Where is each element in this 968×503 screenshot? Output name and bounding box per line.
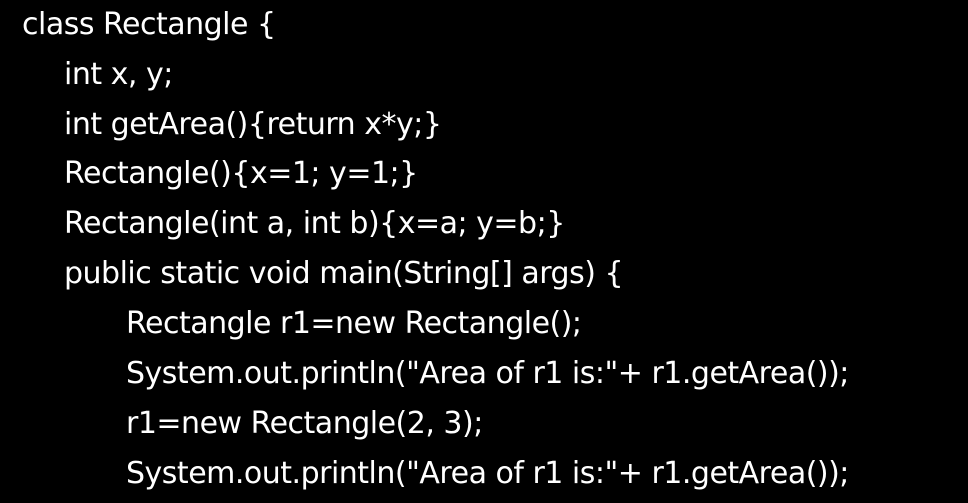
code-line-print-area-1: System.out.println("Area of r1 is:"+ r1.… bbox=[126, 356, 849, 391]
code-line-create-r1: Rectangle r1=new Rectangle(); bbox=[126, 306, 582, 341]
code-line-main-method: public static void main(String[] args) { bbox=[64, 256, 624, 291]
code-line-print-area-2: System.out.println("Area of r1 is:"+ r1.… bbox=[126, 456, 849, 491]
code-line-reassign-r1: r1=new Rectangle(2, 3); bbox=[126, 406, 483, 441]
code-line-get-area-method: int getArea(){return x*y;} bbox=[64, 107, 442, 142]
code-line-class-declaration: class Rectangle { bbox=[22, 7, 276, 42]
code-display: class Rectangle { int x, y; int getArea(… bbox=[0, 0, 968, 503]
code-line-default-constructor: Rectangle(){x=1; y=1;} bbox=[64, 156, 418, 191]
code-line-fields: int x, y; bbox=[64, 57, 173, 92]
code-line-param-constructor: Rectangle(int a, int b){x=a; y=b;} bbox=[64, 206, 565, 241]
